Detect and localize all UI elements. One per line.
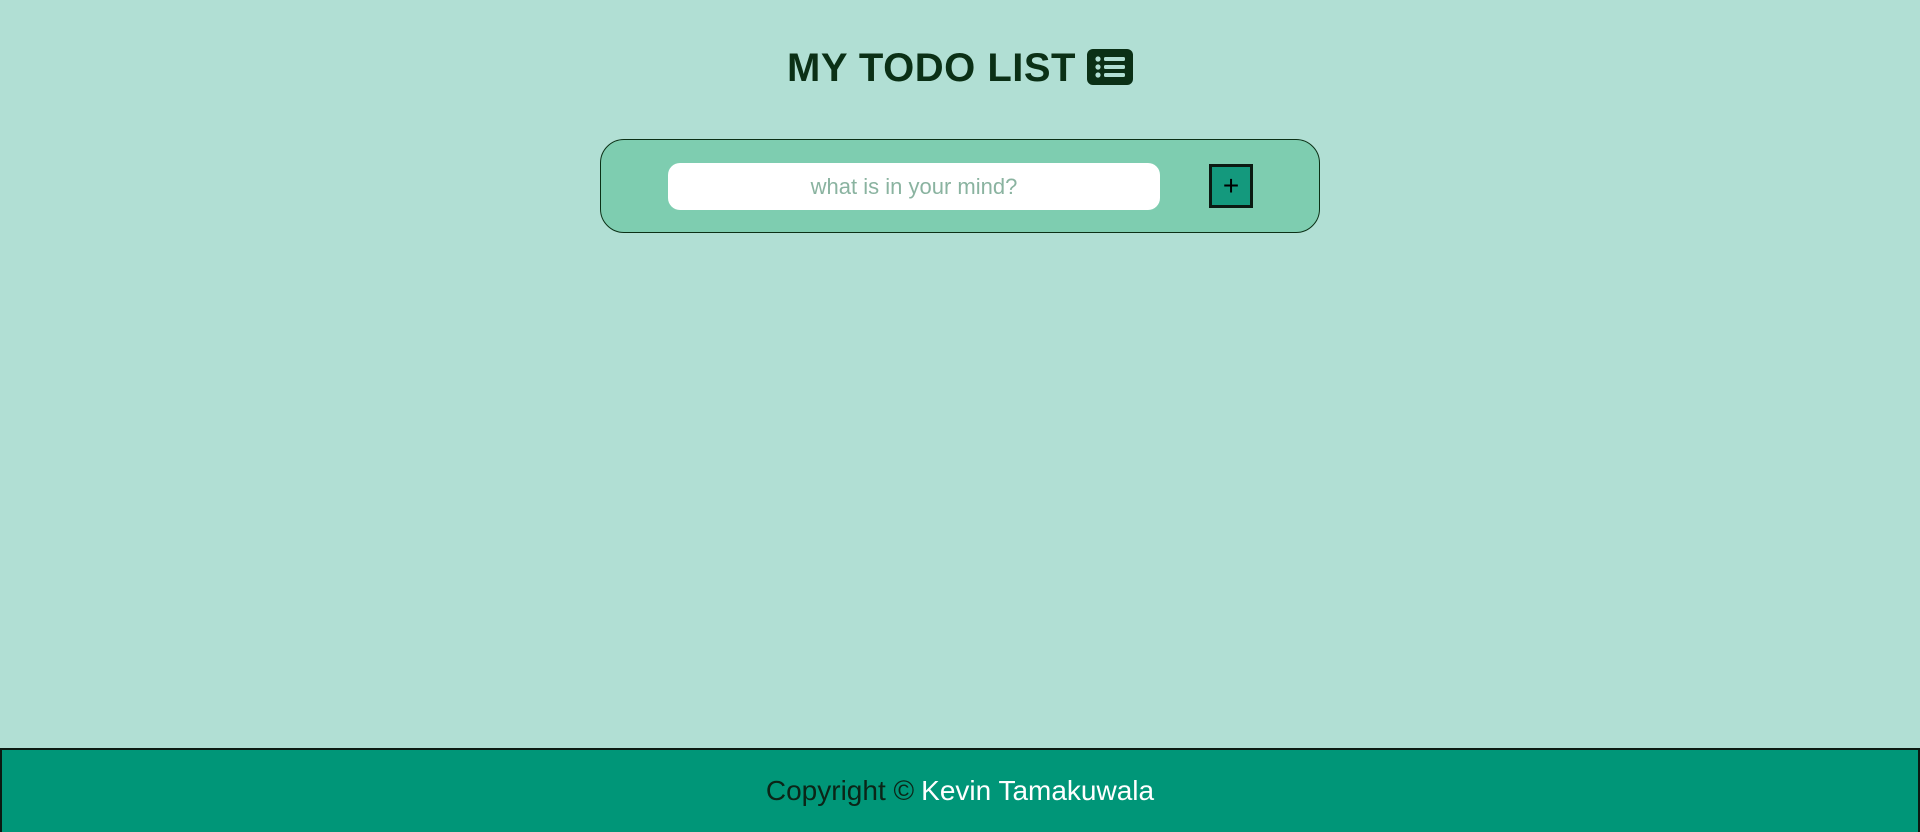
page-title: MY TODO LIST [787,46,1076,90]
footer: Copyright © Kevin Tamakuwala [0,748,1920,832]
copyright-label: Copyright © [765,775,915,806]
header: MY TODO LIST [0,44,1920,92]
todo-app: MY TODO LIST + Copyright © Kevin Tamakuw… [0,0,1920,832]
todo-form: + [600,139,1320,233]
todo-input[interactable] [668,163,1160,210]
list-icon [1087,49,1133,85]
add-todo-button[interactable]: + [1209,164,1253,208]
author-name: Kevin Tamakuwala [921,775,1155,806]
